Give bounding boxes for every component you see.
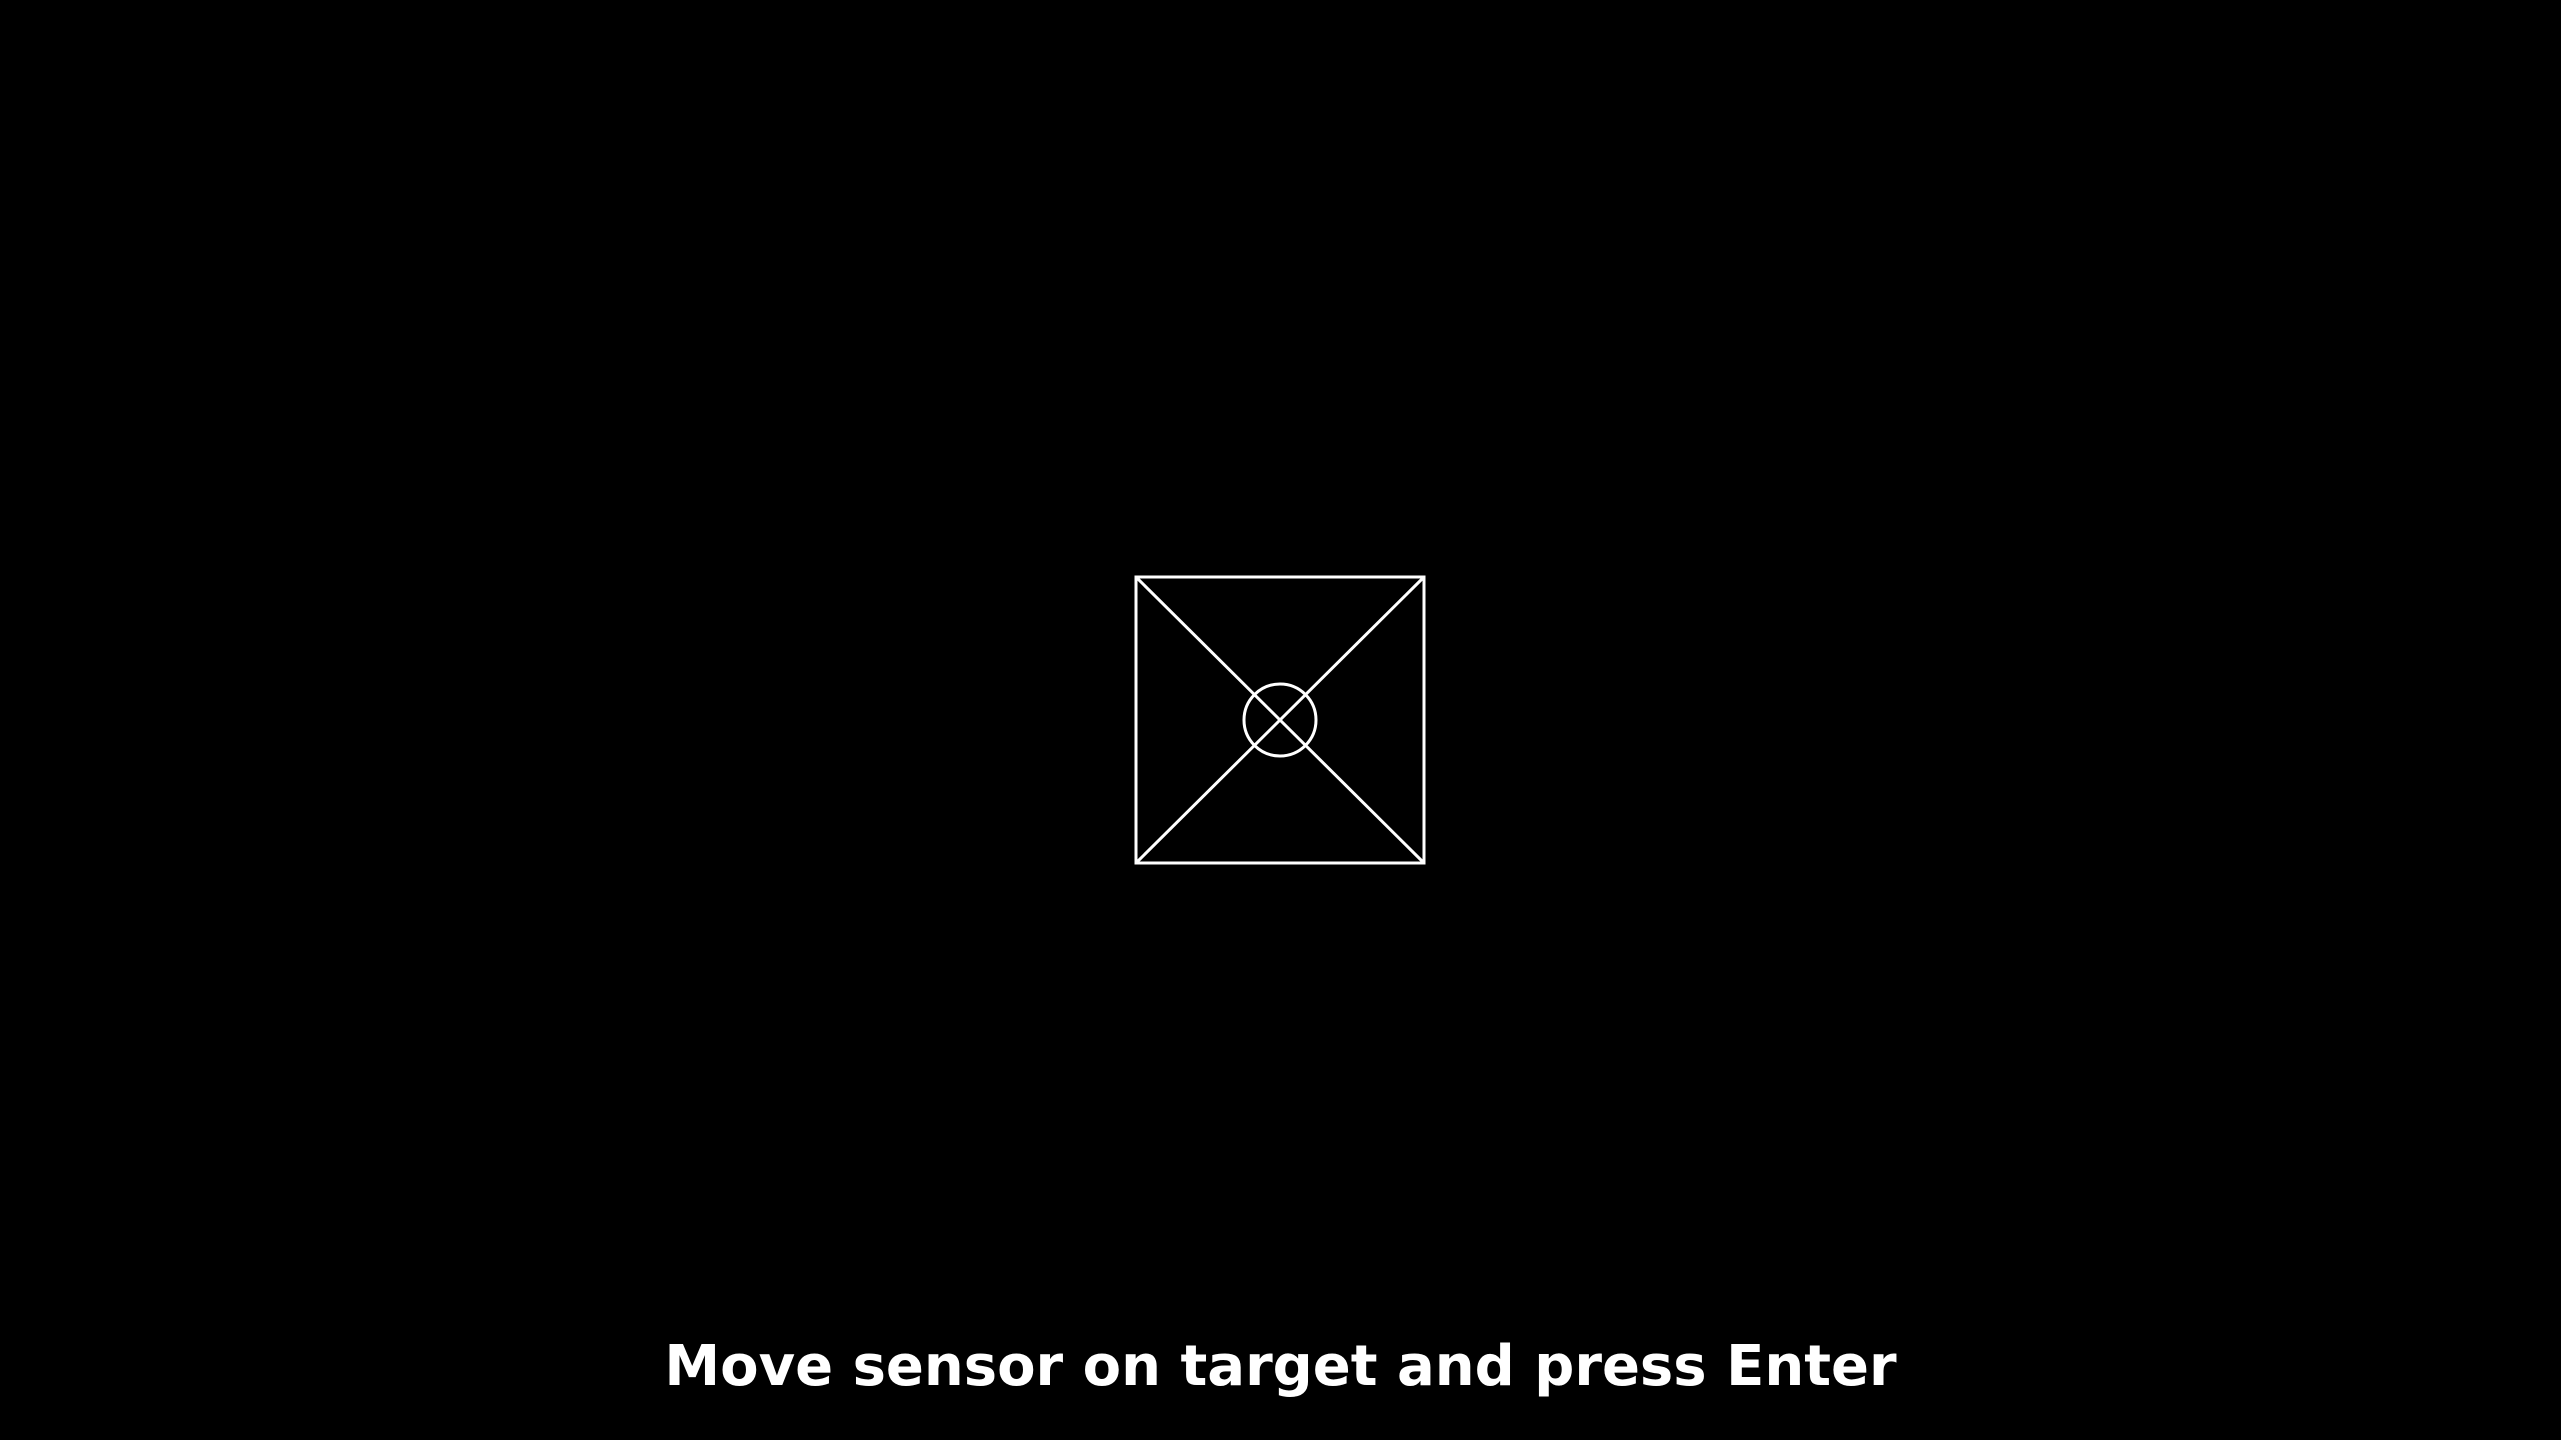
calibration-target-icon xyxy=(1134,575,1426,865)
instruction-text: Move sensor on target and press Enter xyxy=(664,1334,1897,1399)
calibration-screen: Move sensor on target and press Enter xyxy=(0,0,2561,1440)
